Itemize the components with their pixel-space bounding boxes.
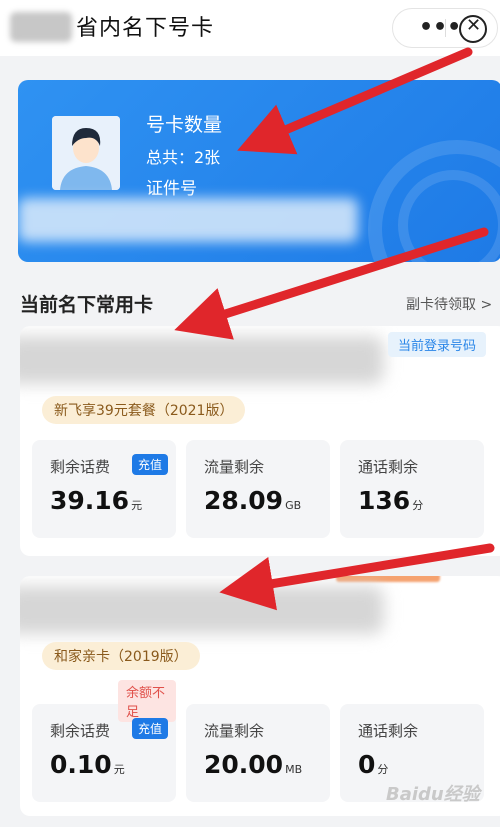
page-title: 省内名下号卡	[76, 16, 215, 41]
stat-unit: GB	[285, 499, 302, 512]
top-bar: 省内名下号卡 ••• ✕	[0, 0, 500, 56]
balance-stat: 剩余话费 充值 39.16 元	[32, 440, 176, 538]
stat-value: 0.10 元	[50, 750, 125, 779]
stat-label: 通话剩余	[358, 722, 419, 740]
stat-number: 0.10	[50, 750, 112, 779]
id-number-label: 证件号	[146, 179, 197, 199]
stat-number: 20.00	[204, 750, 284, 779]
stat-unit: 分	[377, 763, 389, 776]
summary-card: 号卡数量 总共：2张 证件号	[18, 80, 500, 262]
close-icon[interactable]: ✕	[459, 15, 487, 43]
plan-tag: 新飞享39元套餐（2021版）	[42, 396, 246, 424]
stat-label: 剩余话费	[50, 458, 111, 476]
stat-value: 20.00 MB	[204, 750, 302, 779]
blurred-phone-number	[20, 336, 384, 384]
stat-label: 剩余话费	[50, 722, 111, 740]
stat-label: 通话剩余	[358, 458, 419, 476]
plan-tag: 和家亲卡（2019版）	[42, 642, 200, 670]
stat-label: 流量剩余	[204, 458, 265, 476]
more-icon[interactable]: •••	[419, 15, 461, 40]
call-stat: 通话剩余 136 分	[340, 440, 484, 538]
stat-unit: 元	[113, 763, 125, 776]
top-up-button[interactable]: 充值	[132, 718, 169, 739]
balance-stat: 余额不足 剩余话费 充值 0.10 元	[32, 680, 176, 802]
stat-value: 0分	[358, 750, 388, 779]
sim-card[interactable]: 当前登录号码 新飞享39元套餐（2021版） 剩余话费 充值 39.16 元 流量…	[20, 326, 500, 556]
blurred-id-number	[18, 198, 358, 242]
card-count-total: 总共：2张	[146, 148, 221, 167]
stat-number: 136	[358, 486, 411, 515]
blurred-phone-number	[20, 586, 384, 634]
watermark: Baidu经验	[386, 784, 480, 805]
data-stat: 流量剩余 20.00 MB	[186, 704, 330, 802]
blurred-region-name	[10, 12, 72, 42]
stat-value: 28.09 GB	[204, 486, 301, 515]
current-login-badge: 当前登录号码	[388, 332, 487, 357]
avatar	[52, 116, 120, 190]
stat-value: 136 分	[358, 486, 423, 515]
stat-unit: 分	[412, 499, 424, 512]
card-accent-strip	[336, 576, 440, 582]
top-up-button[interactable]: 充值	[132, 454, 169, 475]
capsule-divider	[445, 19, 446, 37]
miniapp-capsule: ••• ✕	[392, 8, 498, 48]
secondary-card-link[interactable]: 副卡待领取 >	[406, 294, 492, 314]
stat-unit: MB	[285, 763, 303, 776]
stat-label: 流量剩余	[204, 722, 265, 740]
stat-number: 28.09	[204, 486, 284, 515]
data-stat: 流量剩余 28.09 GB	[186, 440, 330, 538]
low-balance-badge: 余额不足	[118, 680, 176, 722]
card-count-label: 号卡数量	[146, 114, 223, 136]
stat-unit: 元	[131, 499, 143, 512]
stat-number: 0	[358, 750, 376, 779]
section-title: 当前名下常用卡	[20, 294, 154, 316]
stat-number: 39.16	[50, 486, 130, 515]
stat-value: 39.16 元	[50, 486, 142, 515]
